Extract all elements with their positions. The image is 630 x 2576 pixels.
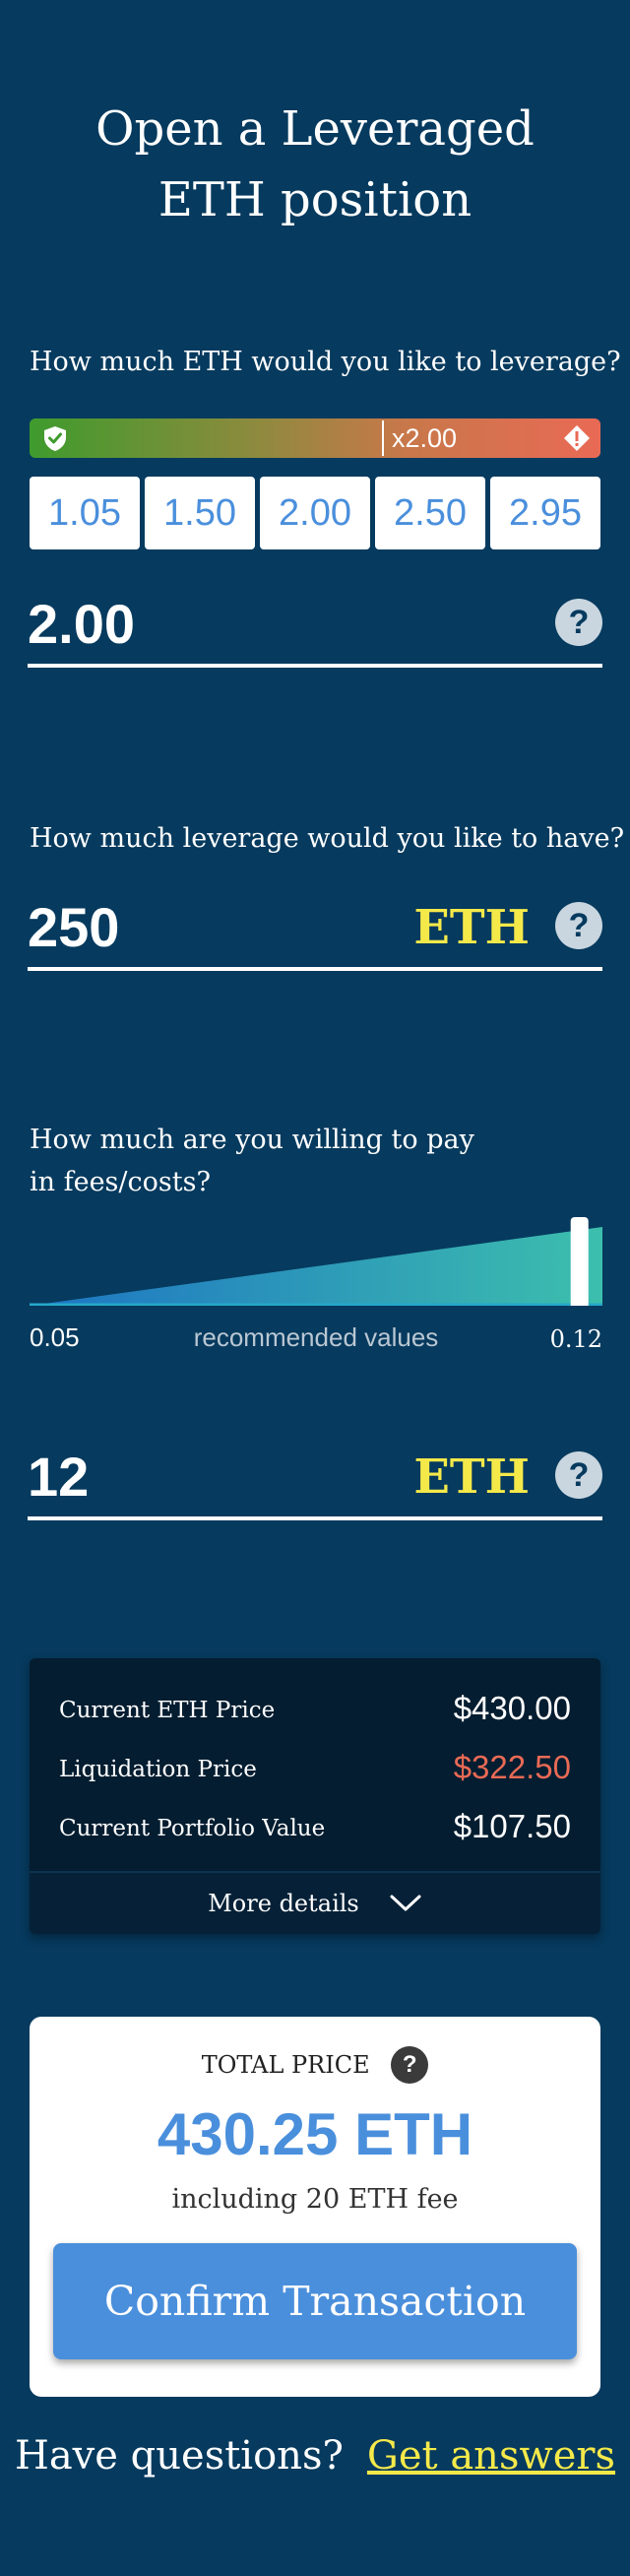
preset-button[interactable]: 1.05 bbox=[30, 477, 140, 549]
title-line-1: Open a Leveraged bbox=[95, 101, 535, 157]
footer: Have questions? Get answers bbox=[0, 2428, 630, 2483]
get-answers-link[interactable]: Get answers bbox=[367, 2433, 615, 2479]
fee-recommended-label: recommended values bbox=[193, 1322, 439, 1352]
info-label: Liquidation Price bbox=[59, 1757, 257, 1782]
preset-button[interactable]: 2.50 bbox=[375, 477, 485, 549]
more-details-button[interactable]: More details bbox=[30, 1871, 600, 1934]
fee-min-label: 0.05 bbox=[30, 1322, 80, 1352]
page-title: Open a Leveraged ETH position bbox=[0, 94, 630, 235]
fee-question-line-2: in fees/costs? bbox=[30, 1167, 211, 1197]
amount-value-field[interactable]: 250 ETH ? bbox=[28, 892, 602, 971]
shield-check-icon bbox=[44, 426, 66, 451]
total-price-label: TOTAL PRICE bbox=[201, 2051, 370, 2079]
leverage-marker[interactable] bbox=[382, 420, 384, 456]
info-value: $322.50 bbox=[453, 1749, 571, 1785]
fee-slider-thumb bbox=[570, 1217, 589, 1306]
preset-button[interactable]: 2.95 bbox=[490, 477, 600, 549]
more-details-label: More details bbox=[208, 1890, 359, 1917]
total-price-card: TOTAL PRICE ? 430.25 ETH including 20 ET… bbox=[30, 2017, 600, 2397]
leverage-marker-label: x2.00 bbox=[392, 423, 458, 453]
info-value: $107.50 bbox=[453, 1808, 571, 1844]
fee-value-field[interactable]: 12 ETH ? bbox=[28, 1442, 602, 1520]
footer-question: Have questions? bbox=[14, 2433, 344, 2479]
fee-unit: ETH bbox=[413, 1449, 530, 1505]
confirm-transaction-button[interactable]: Confirm Transaction bbox=[53, 2243, 577, 2359]
title-line-2: ETH position bbox=[158, 172, 472, 227]
total-price-header: TOTAL PRICE ? bbox=[30, 2046, 600, 2084]
fee-question-line-1: How much are you willing to pay bbox=[30, 1125, 474, 1155]
fee-slider[interactable] bbox=[30, 1217, 602, 1306]
fee-value[interactable]: 12 bbox=[28, 1446, 89, 1509]
leverage-risk-bar[interactable]: x2.00 bbox=[30, 419, 600, 458]
fee-question: How much are you willing to pay in fees/… bbox=[30, 1119, 474, 1203]
chevron-down-icon bbox=[390, 1895, 421, 1911]
info-row: Current Portfolio Value $107.50 bbox=[59, 1806, 571, 1855]
fee-slider-track bbox=[30, 1227, 602, 1306]
total-price-amount: 430.25 ETH bbox=[157, 2101, 473, 2167]
help-icon[interactable]: ? bbox=[391, 2046, 429, 2084]
leverage-value[interactable]: 2.00 bbox=[28, 593, 135, 656]
leverage-value-field[interactable]: 2.00 ? bbox=[28, 589, 602, 668]
info-row: Current ETH Price $430.00 bbox=[59, 1688, 571, 1737]
fee-max-label: 0.12 bbox=[549, 1325, 602, 1353]
help-icon[interactable]: ? bbox=[555, 902, 602, 949]
amount-unit: ETH bbox=[413, 900, 530, 955]
fee-slider-labels: recommended values 0.05 0.12 bbox=[30, 1320, 602, 1359]
info-value: $430.00 bbox=[453, 1690, 571, 1726]
info-label: Current Portfolio Value bbox=[59, 1816, 326, 1841]
leverage-presets: 1.05 1.50 2.00 2.50 2.95 bbox=[30, 477, 600, 549]
preset-button[interactable]: 2.00 bbox=[260, 477, 370, 549]
amount-question: How much leverage would you like to have… bbox=[30, 823, 625, 854]
total-fee-note: including 20 ETH fee bbox=[171, 2184, 459, 2215]
help-icon[interactable]: ? bbox=[555, 599, 602, 646]
amount-value[interactable]: 250 bbox=[28, 896, 119, 959]
price-info-card: Current ETH Price $430.00 Liquidation Pr… bbox=[30, 1658, 600, 1934]
preset-button[interactable]: 1.50 bbox=[145, 477, 255, 549]
warning-diamond-icon bbox=[564, 425, 590, 451]
info-row: Liquidation Price $322.50 bbox=[59, 1747, 571, 1796]
info-label: Current ETH Price bbox=[59, 1698, 276, 1723]
leverage-question: How much ETH would you like to leverage? bbox=[30, 347, 621, 377]
help-icon[interactable]: ? bbox=[555, 1451, 602, 1499]
